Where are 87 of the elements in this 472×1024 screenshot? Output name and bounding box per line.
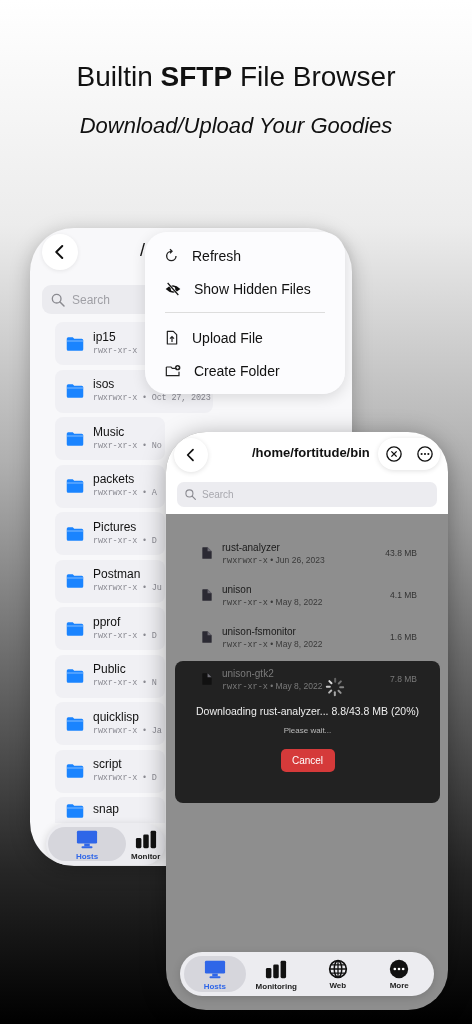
folder-meta: rwxr-xr-x xyxy=(93,344,138,358)
folder-icon xyxy=(65,762,85,780)
folder-plus-icon xyxy=(164,362,182,379)
more-button[interactable] xyxy=(415,445,434,463)
folder-meta: rwxrwxr-x • Ja xyxy=(93,724,162,738)
file-size: 1.6 MB xyxy=(390,632,417,642)
file-meta: rwxr-xr-x • May 8, 2022 xyxy=(222,679,323,692)
file-meta: rwxr-xr-x • May 8, 2022 xyxy=(222,595,323,608)
file-size: 7.8 MB xyxy=(390,674,417,684)
file-meta: rwxrwxr-x • Jun 26, 2023 xyxy=(222,553,325,566)
folder-meta: rwxr-xr-x • D xyxy=(93,629,157,643)
search-icon xyxy=(184,488,197,501)
wait-note: Please wait... xyxy=(283,726,332,735)
file-upload-icon xyxy=(164,329,180,346)
spinner-icon xyxy=(324,677,345,697)
folder-meta: rwxr-xr-x • No xyxy=(93,439,162,453)
file-meta: rwxr-xr-x • May 8, 2022 xyxy=(222,637,323,650)
file-name: rust-analyzer xyxy=(222,540,280,554)
folder-row[interactable]: snap xyxy=(55,797,165,823)
search-icon xyxy=(50,291,66,308)
folder-name: script xyxy=(93,757,123,772)
file-icon xyxy=(200,587,214,603)
folder-icon xyxy=(65,572,85,590)
tab[interactable]: Web xyxy=(307,956,369,992)
file-size: 4.1 MB xyxy=(390,590,417,600)
path-title: / xyxy=(140,240,145,261)
folder-name: isos xyxy=(93,377,116,392)
folder-row[interactable]: Public rwxr-xr-x • N xyxy=(55,654,165,698)
folder-row[interactable]: Music rwxr-xr-x • No xyxy=(55,417,165,460)
ellipsis-icon xyxy=(415,445,434,463)
tab[interactable]: Monitor xyxy=(131,827,161,861)
file-icon xyxy=(200,671,214,687)
path-title: /home/fortitude/bin xyxy=(252,445,370,460)
folder-icon xyxy=(65,382,85,400)
folder-icon xyxy=(65,334,85,353)
folder-meta: rwxrwxr-x • Oct 27, 2023 xyxy=(93,392,211,405)
folder-name: Public xyxy=(93,662,127,677)
file-size: 43.8 MB xyxy=(385,548,417,558)
folder-name: Postman xyxy=(93,567,142,582)
subheadline: Download/Upload Your Goodies xyxy=(79,112,393,140)
file-name: unison-gtk2 xyxy=(222,666,274,680)
back-button[interactable] xyxy=(42,234,78,270)
folder-meta: rwxrwxr-x • Ju xyxy=(93,582,162,595)
folder-name: quicklisp xyxy=(93,709,141,725)
file-icon xyxy=(200,545,214,561)
folder-row[interactable]: Pictures rwxr-xr-x • D xyxy=(55,512,165,555)
folder-icon xyxy=(65,429,85,448)
file-name: unison xyxy=(222,582,252,596)
folder-icon xyxy=(65,802,85,820)
more-icon xyxy=(389,958,410,979)
folder-name: Pictures xyxy=(93,519,138,535)
folder-name: Music xyxy=(93,424,126,440)
folder-name: snap xyxy=(93,802,120,817)
eye-slash-icon xyxy=(164,280,182,297)
folder-row[interactable]: Postman rwxrwxr-x • Ju xyxy=(55,559,165,603)
folder-icon xyxy=(65,714,85,733)
file-name: unison-fsmonitor xyxy=(222,624,296,638)
menu-item[interactable]: Show Hidden Files xyxy=(145,272,345,305)
headline: Builtin SFTP File Browser xyxy=(76,60,396,94)
globe-icon xyxy=(327,958,348,979)
folder-icon xyxy=(65,619,85,638)
tab[interactable]: Hosts xyxy=(184,956,246,992)
folder-icon xyxy=(65,477,85,495)
tab[interactable]: Monitoring xyxy=(245,956,307,992)
tab[interactable]: More xyxy=(368,956,430,992)
progress-message: Downloading rust-analyzer... 8.8/43.8 MB (20%) xyxy=(196,705,419,717)
folder-meta: rwxr-xr-x • D xyxy=(93,534,157,548)
folder-meta: rwxr-xr-x • N xyxy=(93,677,157,690)
folder-name: packets xyxy=(93,472,136,487)
file-icon xyxy=(200,629,214,645)
folder-meta: rwxrwxr-x • D xyxy=(93,772,157,785)
folder-row[interactable]: script rwxrwxr-x • D xyxy=(55,749,165,793)
cancel-button[interactable]: Cancel xyxy=(280,749,335,772)
folder-name: pprof xyxy=(93,614,122,630)
folder-icon xyxy=(65,524,85,543)
back-button[interactable] xyxy=(174,438,208,472)
close-button[interactable] xyxy=(384,445,403,463)
folder-row[interactable]: quicklisp rwxrwxr-x • Ja xyxy=(55,702,165,745)
folder-name: ip15 xyxy=(93,329,117,345)
refresh-icon xyxy=(164,247,180,264)
folder-row[interactable]: pprof rwxr-xr-x • D xyxy=(55,607,165,650)
menu-item[interactable]: Refresh xyxy=(145,239,345,272)
tab[interactable]: Hosts xyxy=(48,827,126,861)
folder-row[interactable]: packets rwxrwxr-x • A xyxy=(55,464,165,508)
folder-meta: rwxrwxr-x • A xyxy=(93,487,157,500)
folder-icon xyxy=(65,667,85,685)
close-icon xyxy=(384,445,403,463)
